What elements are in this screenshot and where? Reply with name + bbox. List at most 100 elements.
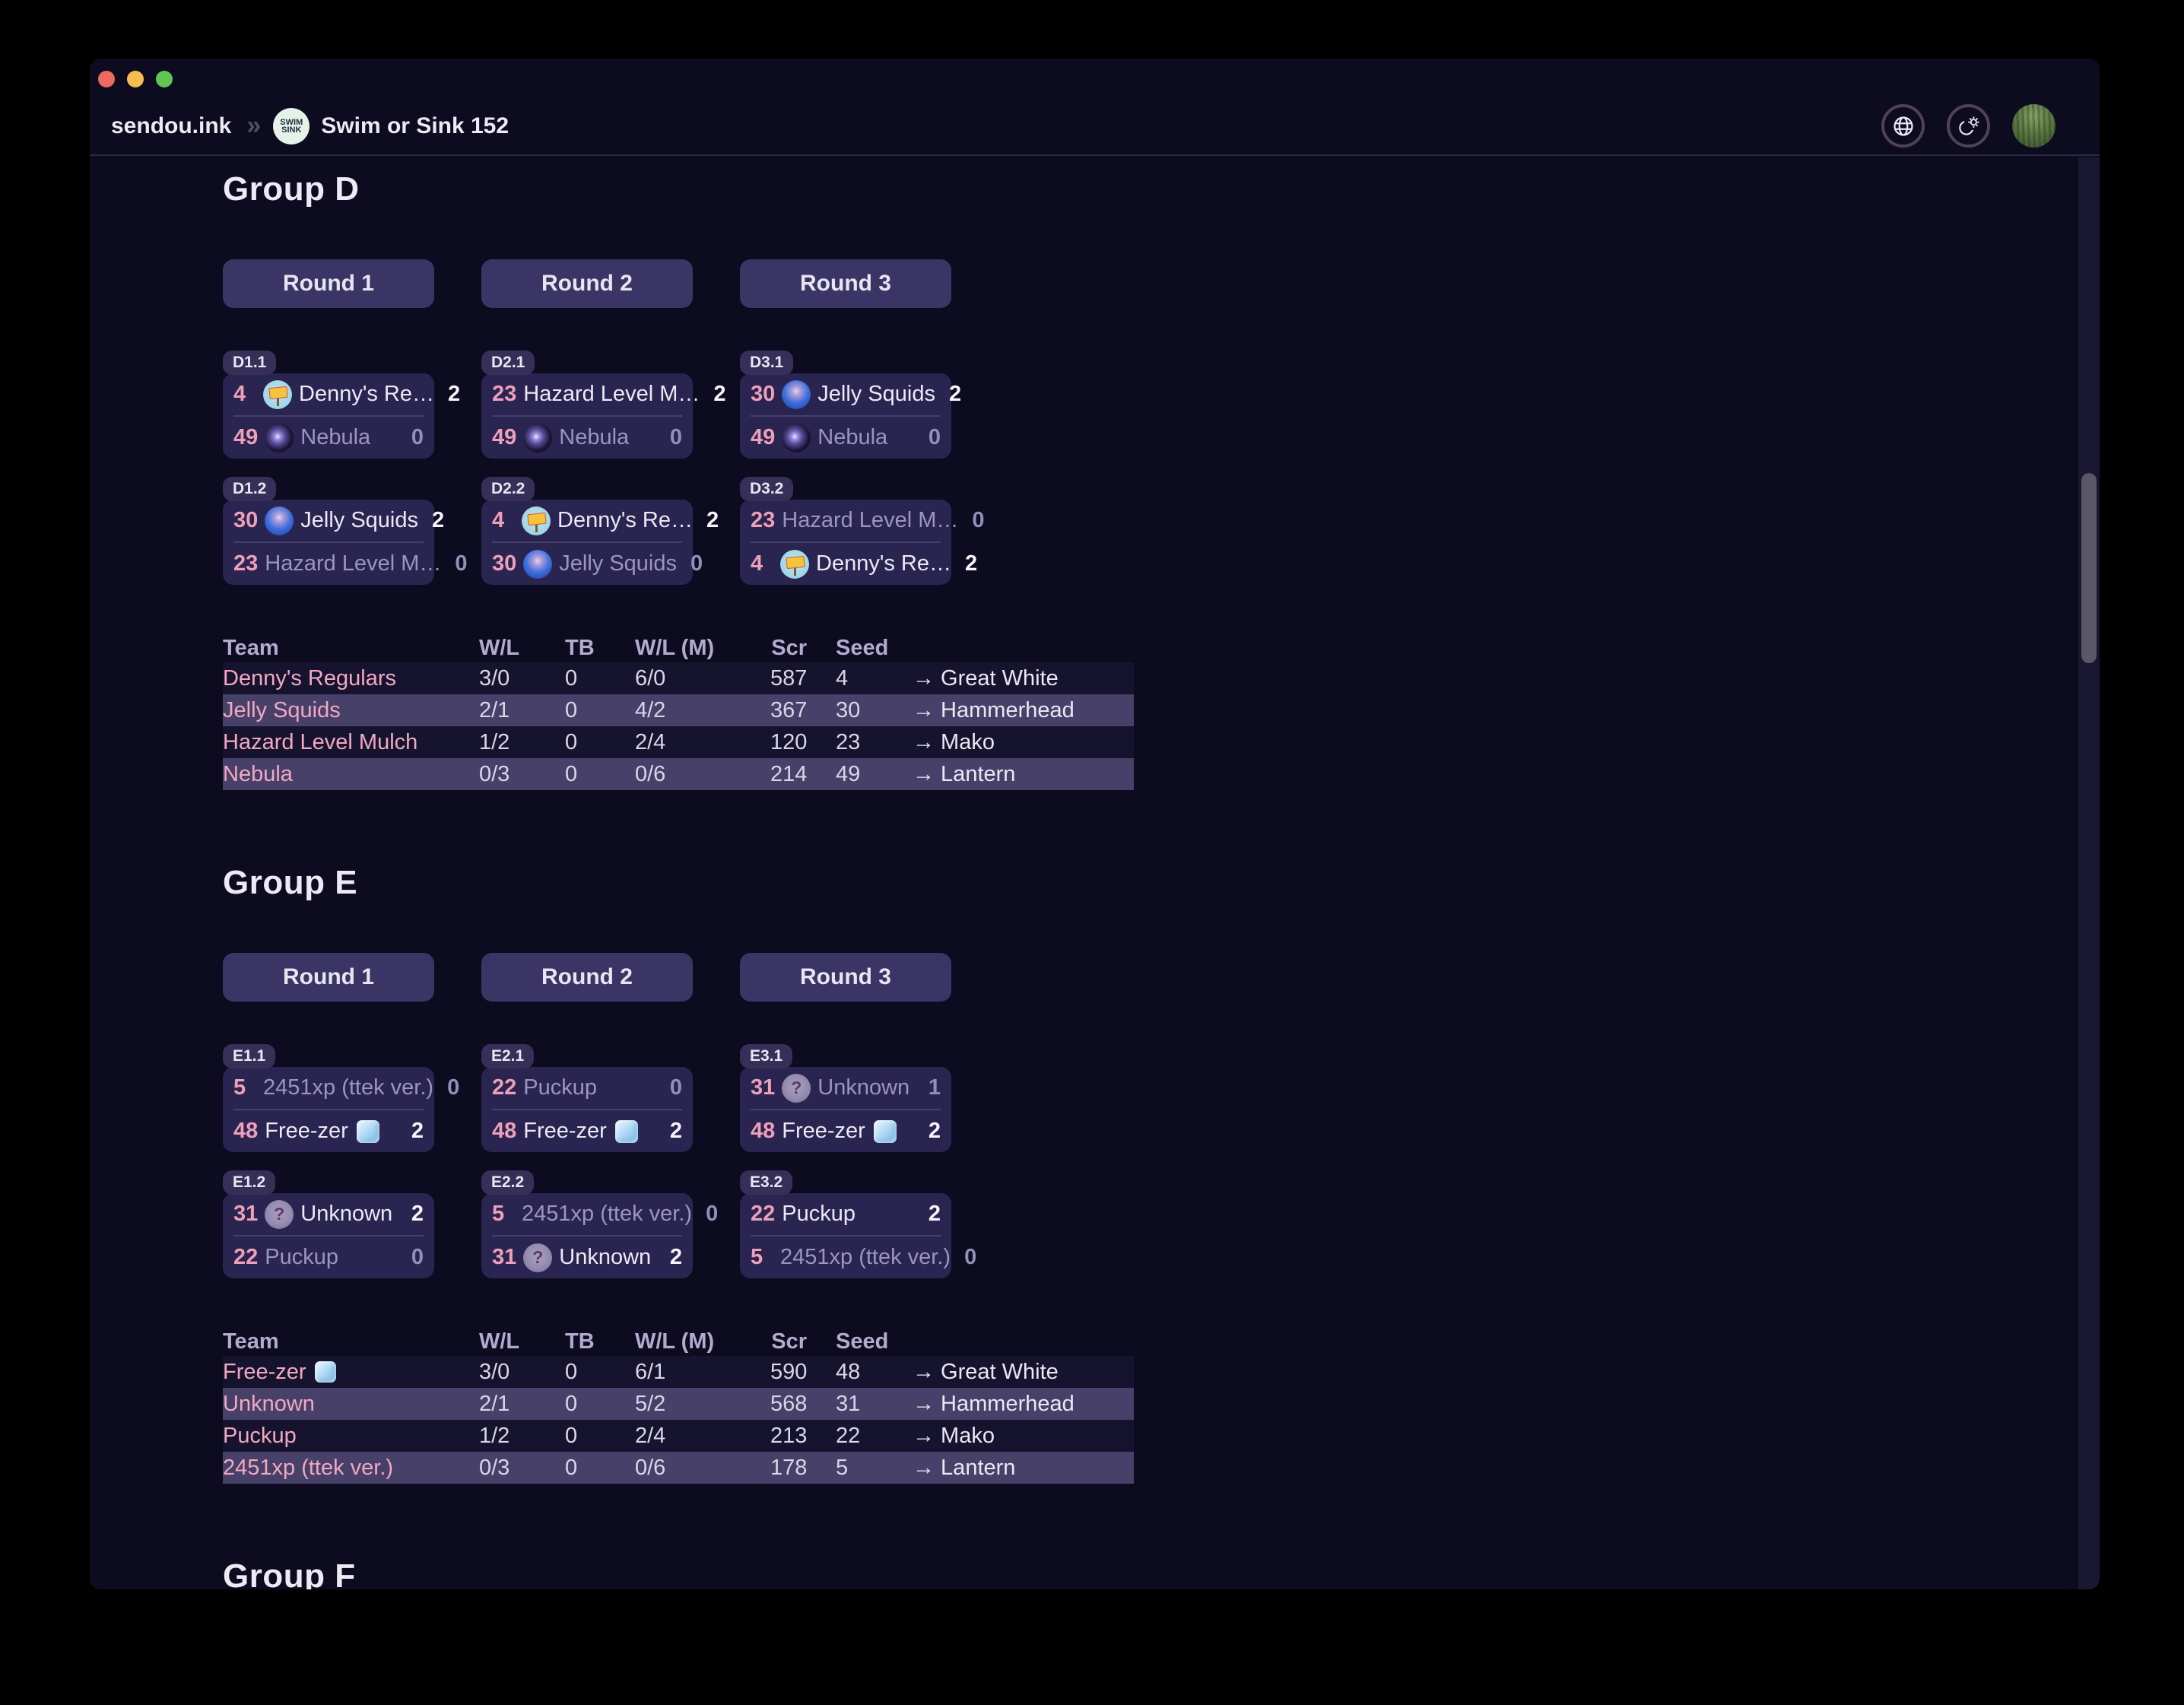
app-window: sendou.ink » SWIM SINK Swim or Sink 152	[90, 59, 2100, 1589]
match-id-badge: D3.1	[740, 351, 793, 375]
standings-scr: 587	[770, 666, 807, 691]
match-team-row: 22 Puckup 0	[223, 1237, 434, 1278]
standings-destination: → Lantern	[913, 1456, 1134, 1481]
team-score: 0	[411, 425, 424, 450]
col-header-wl: W/L	[479, 1329, 565, 1354]
team-score: 0	[411, 1245, 424, 1270]
col-header-wl: W/L	[479, 636, 565, 661]
team-seed: 4	[751, 551, 773, 576]
theme-toggle-button[interactable]	[1947, 104, 1990, 148]
tournament-logo[interactable]: SWIM SINK	[273, 108, 310, 144]
round-3-button[interactable]: Round 3	[740, 953, 951, 1002]
team-name: Hazard Level M…	[265, 551, 441, 576]
standings-team-link[interactable]: Hazard Level Mulch	[223, 730, 479, 755]
round-1-button[interactable]: Round 1	[223, 259, 434, 308]
match-card[interactable]: E3.1 31 Unknown 1 48 Free-zer	[740, 1044, 951, 1152]
match-card[interactable]: E2.2 5 2451xp (ttek ver.) 0 31 Unkn	[481, 1170, 693, 1278]
brand-link[interactable]: sendou.ink	[111, 113, 231, 139]
match-id-badge: E3.2	[740, 1170, 792, 1195]
standings-row: 2451xp (ttek ver.) 0/3 0 0/6 178 5 → Lan…	[223, 1452, 1134, 1484]
standings-wl: 3/0	[479, 666, 565, 691]
standings-destination: → Mako	[913, 1424, 1134, 1449]
group-title: Group F	[223, 1555, 2078, 1589]
standings-seed: 49	[807, 762, 913, 787]
match-card-body: 23 Hazard Level M… 0 4 Denny's Re…	[740, 500, 951, 585]
match-id-badge: D1.2	[223, 477, 276, 501]
round-2-button[interactable]: Round 2	[481, 259, 693, 308]
match-id-badge: E3.1	[740, 1044, 792, 1068]
match-card[interactable]: E1.1 5 2451xp (ttek ver.) 0 48 Free	[223, 1044, 434, 1152]
team-name: Hazard Level M…	[782, 508, 958, 533]
match-card[interactable]: D1.2 30 Jelly Squids 2 23 Hazard Le	[223, 477, 434, 585]
match-card[interactable]: E2.1 22 Puckup 0 48 Free-zer	[481, 1044, 693, 1152]
col-header-scr: Scr	[770, 1329, 807, 1354]
match-id-badge: D2.2	[481, 477, 535, 501]
rounds-row: Round 1 Round 2 Round 3	[223, 259, 2078, 308]
standings-scr: 213	[770, 1424, 807, 1449]
team-avatar-icon	[782, 1074, 811, 1103]
standings-team-link[interactable]: Nebula	[223, 762, 479, 787]
scrollbar-track[interactable]	[2078, 157, 2100, 1589]
standings-team-link[interactable]: Free-zer	[223, 1360, 479, 1385]
col-header-seed: Seed	[807, 636, 913, 661]
match-team-row: 30 Jelly Squids 0	[481, 543, 693, 585]
team-avatar-icon	[782, 380, 811, 409]
standings-team-link[interactable]: Jelly Squids	[223, 698, 479, 723]
team-score: 2	[965, 551, 977, 576]
match-card[interactable]: E3.2 22 Puckup 2 5 2451xp (ttek ver	[740, 1170, 951, 1278]
standings-seed: 4	[807, 666, 913, 691]
team-score: 0	[670, 1075, 682, 1100]
group-title: Group D	[223, 168, 2078, 211]
match-team-row: 22 Puckup 2	[740, 1193, 951, 1235]
match-card-body: 31 Unknown 1 48 Free-zer 2	[740, 1067, 951, 1152]
round-1-button[interactable]: Round 1	[223, 953, 434, 1002]
language-globe-button[interactable]	[1881, 104, 1925, 148]
round-2-button[interactable]: Round 2	[481, 953, 693, 1002]
team-seed: 49	[492, 425, 516, 450]
scrollbar-thumb[interactable]	[2081, 473, 2097, 663]
match-card[interactable]: D1.1 4 Denny's Re… 2 49 Nebula	[223, 351, 434, 459]
team-name: Denny's Re…	[299, 382, 434, 407]
standings-team-link[interactable]: Denny's Regulars	[223, 666, 479, 691]
standings-row: Free-zer 3/0 0 6/1 590 48 → Great White	[223, 1356, 1134, 1388]
tournament-title-link[interactable]: Swim or Sink 152	[321, 113, 509, 139]
team-seed: 5	[492, 1202, 515, 1227]
team-seed: 31	[233, 1202, 258, 1227]
team-avatar-icon	[522, 506, 551, 535]
team-seed: 5	[233, 1075, 256, 1100]
user-avatar[interactable]	[2012, 104, 2055, 148]
col-header-team: Team	[223, 1329, 479, 1354]
standings-team-link[interactable]: Puckup	[223, 1424, 479, 1449]
window-controls	[98, 71, 173, 87]
team-avatar-icon	[265, 424, 294, 452]
close-icon[interactable]	[98, 71, 115, 87]
standings-destination: → Lantern	[913, 762, 1134, 787]
match-card[interactable]: D2.2 4 Denny's Re… 2 30 Jelly Squid	[481, 477, 693, 585]
zoom-icon[interactable]	[156, 71, 173, 87]
standings-team-link[interactable]: 2451xp (ttek ver.)	[223, 1456, 479, 1481]
standings-wl: 1/2	[479, 730, 565, 755]
logo-text-line2: SINK	[281, 126, 301, 134]
standings-row: Unknown 2/1 0 5/2 568 31 → Hammerhead	[223, 1388, 1134, 1420]
match-id-badge: E2.2	[481, 1170, 534, 1195]
minimize-icon[interactable]	[127, 71, 144, 87]
team-seed: 31	[492, 1245, 516, 1270]
match-card[interactable]: D3.2 23 Hazard Level M… 0 4 Denny's	[740, 477, 951, 585]
team-name: Jelly Squids	[300, 508, 418, 533]
team-name: Jelly Squids	[817, 382, 935, 407]
round-3-button[interactable]: Round 3	[740, 259, 951, 308]
match-card-body: 22 Puckup 0 48 Free-zer 2	[481, 1067, 693, 1152]
match-card[interactable]: E1.2 31 Unknown 2 22 Puckup	[223, 1170, 434, 1278]
standings-team-link[interactable]: Unknown	[223, 1392, 479, 1417]
match-card[interactable]: D3.1 30 Jelly Squids 2 49 Nebula	[740, 351, 951, 459]
match-team-row: 22 Puckup 0	[481, 1067, 693, 1109]
match-team-row: 4 Denny's Re… 2	[481, 500, 693, 541]
match-team-row: 49 Nebula 0	[740, 417, 951, 459]
team-seed: 22	[492, 1075, 516, 1100]
standings-destination: → Great White	[913, 1360, 1134, 1385]
team-score: 0	[455, 551, 467, 576]
standings-team-name: Free-zer	[223, 1360, 306, 1385]
match-card[interactable]: D2.1 23 Hazard Level M… 2 49 Nebula	[481, 351, 693, 459]
col-header-wlm: W/L (M)	[635, 636, 770, 661]
group-title: Group E	[223, 862, 2078, 904]
